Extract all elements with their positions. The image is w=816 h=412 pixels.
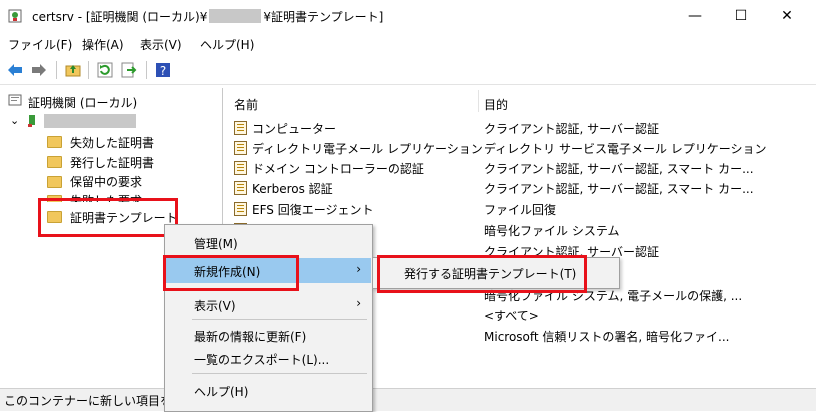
menu-file[interactable]: ファイル(F) bbox=[8, 36, 72, 53]
redacted-server-node[interactable] bbox=[44, 114, 136, 128]
back-arrow-icon[interactable] bbox=[6, 61, 24, 79]
expand-chevron-icon[interactable]: ⌄ bbox=[10, 114, 19, 127]
export-list-icon[interactable] bbox=[120, 61, 138, 79]
ctx-item-manage[interactable]: 管理(M) bbox=[164, 230, 371, 255]
highlight-box-templates bbox=[38, 198, 178, 237]
tree-item-pending[interactable]: 保留中の要求 bbox=[70, 173, 142, 190]
row-name[interactable]: コンピューター bbox=[252, 120, 336, 137]
ca-server-icon bbox=[26, 114, 40, 131]
ctx-label: 管理(M) bbox=[194, 237, 238, 251]
certificate-template-icon bbox=[234, 141, 247, 155]
help-icon[interactable]: ? bbox=[154, 61, 172, 79]
row-purpose: クライアント認証, サーバー認証 bbox=[484, 122, 660, 136]
row-name[interactable]: ディレクトリ電子メール レプリケーション bbox=[252, 140, 483, 157]
toolbar-divider bbox=[88, 61, 89, 79]
row-purpose: ディレクトリ サービス電子メール レプリケーション bbox=[484, 142, 767, 156]
ctx-label: 表示(V) bbox=[194, 299, 236, 313]
row-purpose: 暗号化ファイル システム bbox=[484, 224, 620, 238]
column-divider[interactable] bbox=[478, 90, 479, 112]
certificate-template-icon bbox=[234, 202, 247, 216]
folder-icon bbox=[47, 176, 62, 188]
row-purpose: クライアント認証, サーバー認証, スマート カー... bbox=[484, 162, 754, 176]
menu-action[interactable]: 操作(A) bbox=[82, 36, 124, 53]
row-name[interactable]: EFS 回復エージェント bbox=[252, 201, 373, 218]
ctx-label: ヘルプ(H) bbox=[194, 385, 249, 399]
row-purpose: ファイル回復 bbox=[484, 203, 557, 217]
window-title: certsrv - [証明機関 (ローカル)¥ ¥証明書テンプレート] bbox=[32, 8, 383, 25]
highlight-box-issue-template bbox=[377, 255, 587, 293]
toolbar-divider bbox=[146, 61, 147, 79]
ctx-label: 最新の情報に更新(F) bbox=[194, 330, 307, 344]
ca-root-icon bbox=[8, 93, 22, 110]
maximize-button[interactable]: ☐ bbox=[718, 0, 764, 32]
menu-view[interactable]: 表示(V) bbox=[140, 36, 182, 53]
folder-icon bbox=[47, 156, 62, 168]
refresh-icon[interactable] bbox=[96, 61, 114, 79]
svg-text:?: ? bbox=[160, 64, 166, 78]
close-button[interactable]: ✕ bbox=[764, 0, 810, 32]
minimize-button[interactable]: — bbox=[672, 0, 718, 32]
row-purpose: Microsoft 信頼リストの署名, 暗号化ファイ... bbox=[484, 330, 730, 344]
ctx-label: 一覧のエクスポート(L)... bbox=[194, 353, 330, 367]
window-title-prefix: certsrv - [証明機関 (ローカル)¥ bbox=[32, 10, 208, 24]
status-text: このコンテナーに新しい項目を作 bbox=[4, 394, 185, 408]
submenu-arrow-icon: › bbox=[356, 296, 361, 310]
forward-arrow-icon[interactable] bbox=[30, 61, 48, 79]
submenu-arrow-icon: › bbox=[356, 262, 361, 276]
menu-help[interactable]: ヘルプ(H) bbox=[200, 36, 254, 53]
tree-item-issued[interactable]: 発行した証明書 bbox=[70, 154, 154, 171]
tree-root-label[interactable]: 証明機関 (ローカル) bbox=[28, 94, 137, 111]
up-folder-icon[interactable] bbox=[64, 61, 82, 79]
row-name[interactable]: ドメイン コントローラーの認証 bbox=[252, 160, 424, 177]
tree-item-revoked[interactable]: 失効した証明書 bbox=[70, 134, 154, 151]
ctx-item-refresh[interactable]: 最新の情報に更新(F) bbox=[164, 323, 371, 348]
menu-separator bbox=[192, 319, 367, 320]
row-name[interactable]: Kerberos 認証 bbox=[252, 180, 333, 197]
ctx-item-view[interactable]: 表示(V) › bbox=[164, 292, 371, 317]
certificate-template-icon bbox=[234, 181, 247, 195]
certsrv-app-icon bbox=[8, 9, 22, 23]
menu-separator bbox=[192, 373, 367, 374]
certificate-template-icon bbox=[234, 161, 247, 175]
row-purpose: クライアント認証, サーバー認証, スマート カー... bbox=[484, 182, 754, 196]
column-header-purpose[interactable]: 目的 bbox=[484, 96, 508, 113]
ctx-item-help[interactable]: ヘルプ(H) bbox=[164, 378, 371, 403]
row-purpose: <すべて> bbox=[484, 309, 539, 323]
folder-icon bbox=[47, 136, 62, 148]
window-title-suffix: ¥証明書テンプレート] bbox=[263, 10, 384, 24]
column-header-name[interactable]: 名前 bbox=[234, 96, 258, 113]
highlight-box-new bbox=[163, 255, 299, 291]
toolbar-divider bbox=[56, 61, 57, 79]
certificate-template-icon bbox=[234, 121, 247, 135]
ctx-item-export-list[interactable]: 一覧のエクスポート(L)... bbox=[164, 346, 371, 371]
redacted-server-name bbox=[209, 9, 262, 23]
